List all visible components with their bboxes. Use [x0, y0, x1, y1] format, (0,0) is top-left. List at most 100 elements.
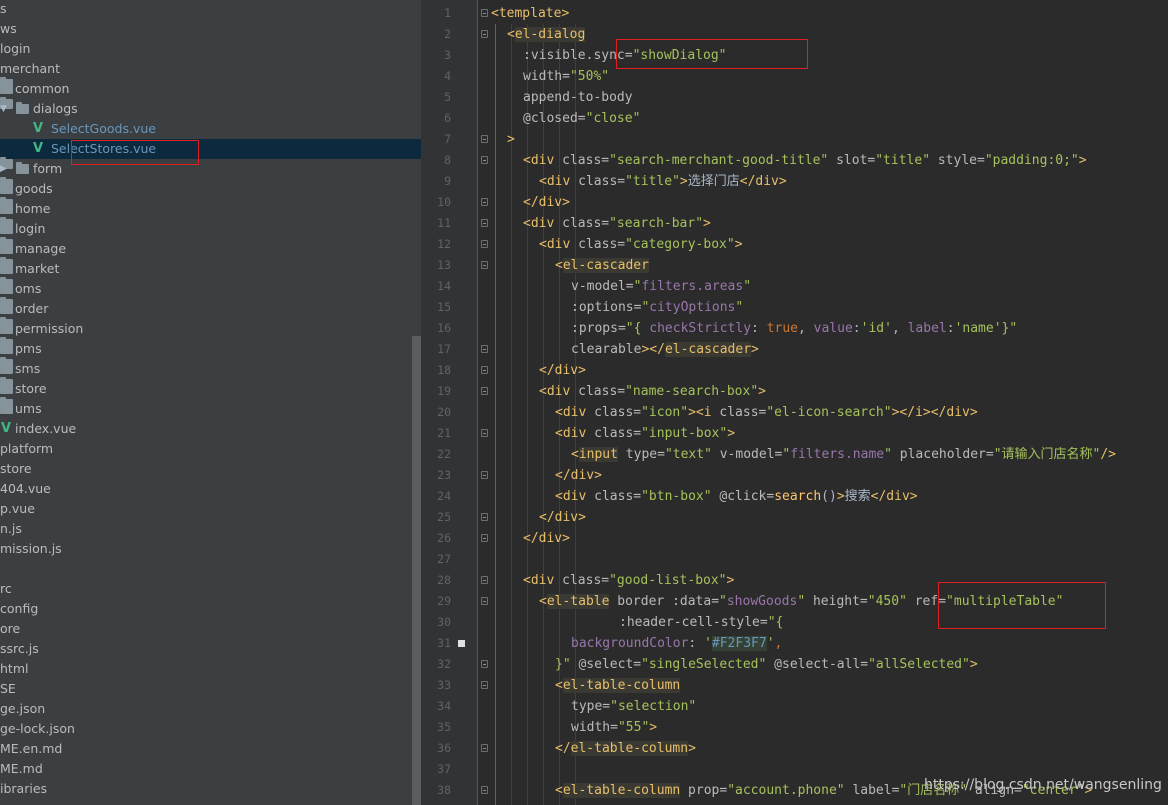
tree-file[interactable]: html	[0, 659, 421, 679]
tree-folder[interactable]: login	[0, 217, 45, 236]
tree-folder[interactable]: common	[0, 77, 69, 96]
tree-folder[interactable]: goods	[0, 177, 53, 196]
fold-marker-icon[interactable]	[481, 786, 488, 794]
code-line[interactable]: 17 clearable></el-cascader>	[421, 339, 1168, 360]
tree-file[interactable]	[0, 559, 421, 579]
tree-file[interactable]: ibraries	[0, 779, 421, 799]
code-line[interactable]: 36 </el-table-column>	[421, 738, 1168, 759]
tree-file[interactable]: ME.en.md	[0, 739, 421, 759]
code-token: >	[649, 720, 658, 735]
tree-file[interactable]: config	[0, 599, 421, 619]
tree-folder[interactable]: pms	[0, 337, 42, 356]
code-line[interactable]: 20 <div class="icon"><i class="el-icon-se…	[421, 402, 1168, 423]
tree-file[interactable]: V SelectStores.vue	[0, 139, 421, 159]
tree-folder[interactable]: permission	[0, 317, 83, 336]
fold-marker-icon[interactable]	[481, 513, 488, 521]
tree-folder[interactable]: ▼ dialogs	[0, 97, 78, 116]
code-line[interactable]: 18 </div>	[421, 360, 1168, 381]
fold-marker-icon[interactable]	[481, 429, 488, 437]
fold-marker-icon[interactable]	[481, 744, 488, 752]
code-line[interactable]: 21 <div class="input-box">	[421, 423, 1168, 444]
chevron-right-icon[interactable]: ▶	[0, 159, 7, 179]
code-line[interactable]: 26 </div>	[421, 528, 1168, 549]
tree-scrollbar[interactable]	[412, 336, 421, 805]
fold-marker-icon[interactable]	[481, 219, 488, 227]
code-line[interactable]: 22 <input type="text" v-model="filters.na…	[421, 444, 1168, 465]
fold-marker-icon[interactable]	[481, 366, 488, 374]
chevron-down-icon[interactable]: ▼	[0, 99, 7, 119]
code-line[interactable]: 15:options="cityOptions"	[421, 297, 1168, 318]
code-line[interactable]: 6 @closed="close"	[421, 108, 1168, 129]
fold-marker-icon[interactable]	[481, 135, 488, 143]
code-text: <div class="icon"><i class="el-icon-sear…	[555, 402, 978, 423]
code-line[interactable]: 19 <div class="name-search-box">	[421, 381, 1168, 402]
tree-file[interactable]: merchant	[0, 59, 421, 79]
code-line[interactable]: 23 </div>	[421, 465, 1168, 486]
code-line[interactable]: 14 v-model="filters.areas"	[421, 276, 1168, 297]
code-line[interactable]: 33 <el-table-column	[421, 675, 1168, 696]
fold-marker-icon[interactable]	[481, 261, 488, 269]
tree-folder[interactable]: market	[0, 257, 59, 276]
fold-marker-icon[interactable]	[481, 198, 488, 206]
fold-marker-icon[interactable]	[481, 597, 488, 605]
tree-folder[interactable]: store	[0, 377, 47, 396]
tree-folder[interactable]: ▶ form	[0, 157, 62, 176]
code-line[interactable]: 9 <div class="title">选择门店</div>	[421, 171, 1168, 192]
fold-marker-icon[interactable]	[481, 240, 488, 248]
tree-file[interactable]: 404.vue	[0, 479, 421, 499]
tree-file[interactable]: n.js	[0, 519, 421, 539]
code-line[interactable]: 32}" @select="singleSelected" @select-al…	[421, 654, 1168, 675]
code-editor[interactable]: 1 <template> 2 <el-dialog 3:visible.sync="sh…	[421, 0, 1168, 805]
tree-file[interactable]: ME.md	[0, 759, 421, 779]
tree-file[interactable]: ge-lock.json	[0, 719, 421, 739]
tree-file[interactable]: V SelectGoods.vue	[0, 119, 421, 139]
fold-marker-icon[interactable]	[481, 660, 488, 668]
code-line[interactable]: 27	[421, 549, 1168, 570]
tree-file[interactable]: ge.json	[0, 699, 421, 719]
code-line[interactable]: 11 <div class="search-bar">	[421, 213, 1168, 234]
tree-file[interactable]: ws	[0, 19, 421, 39]
code-line[interactable]: 25 </div>	[421, 507, 1168, 528]
tree-file[interactable]: platform	[0, 439, 421, 459]
code-line[interactable]: 4 width="50%"	[421, 66, 1168, 87]
tree-file[interactable]: s	[0, 0, 421, 19]
tree-file[interactable]: ssrc.js	[0, 639, 421, 659]
tree-item-label: sms	[15, 361, 41, 376]
code-line[interactable]: 35 width="55">	[421, 717, 1168, 738]
tree-file[interactable]: Vindex.vue	[0, 419, 421, 439]
code-line[interactable]: 24 <div class="btn-box" @click=search()>搜…	[421, 486, 1168, 507]
fold-marker-icon[interactable]	[481, 9, 488, 17]
code-line[interactable]: 1 <template>	[421, 3, 1168, 24]
fold-marker-icon[interactable]	[481, 576, 488, 584]
tree-file[interactable]: SE	[0, 679, 421, 699]
code-line[interactable]: 7 >	[421, 129, 1168, 150]
code-line[interactable]: 34 type="selection"	[421, 696, 1168, 717]
tree-file[interactable]: login	[0, 39, 421, 59]
tree-folder[interactable]: manage	[0, 237, 66, 256]
tree-folder[interactable]: order	[0, 297, 48, 316]
code-line[interactable]: 13 <el-cascader	[421, 255, 1168, 276]
code-line[interactable]: 12 <div class="category-box">	[421, 234, 1168, 255]
tree-file[interactable]: rc	[0, 579, 421, 599]
fold-marker-icon[interactable]	[481, 345, 488, 353]
tree-folder[interactable]: oms	[0, 277, 41, 296]
fold-marker-icon[interactable]	[481, 30, 488, 38]
tree-folder[interactable]: home	[0, 197, 50, 216]
code-line[interactable]: 5 append-to-body	[421, 87, 1168, 108]
fold-marker-icon[interactable]	[481, 156, 488, 164]
bookmark-icon[interactable]	[458, 640, 465, 647]
code-line[interactable]: 31 backgroundColor: '#F2F3F7',	[421, 633, 1168, 654]
fold-marker-icon[interactable]	[481, 471, 488, 479]
tree-file[interactable]: store	[0, 459, 421, 479]
fold-marker-icon[interactable]	[481, 534, 488, 542]
fold-marker-icon[interactable]	[481, 681, 488, 689]
code-line[interactable]: 16:props="{ checkStrictly: true, value:'…	[421, 318, 1168, 339]
tree-file[interactable]: mission.js	[0, 539, 421, 559]
tree-folder[interactable]: ums	[0, 397, 42, 416]
tree-file[interactable]: p.vue	[0, 499, 421, 519]
fold-marker-icon[interactable]	[481, 387, 488, 395]
code-line[interactable]: 10 </div>	[421, 192, 1168, 213]
code-line[interactable]: 8 <div class="search-merchant-good-title"…	[421, 150, 1168, 171]
tree-folder[interactable]: sms	[0, 357, 40, 376]
tree-file[interactable]: ore	[0, 619, 421, 639]
